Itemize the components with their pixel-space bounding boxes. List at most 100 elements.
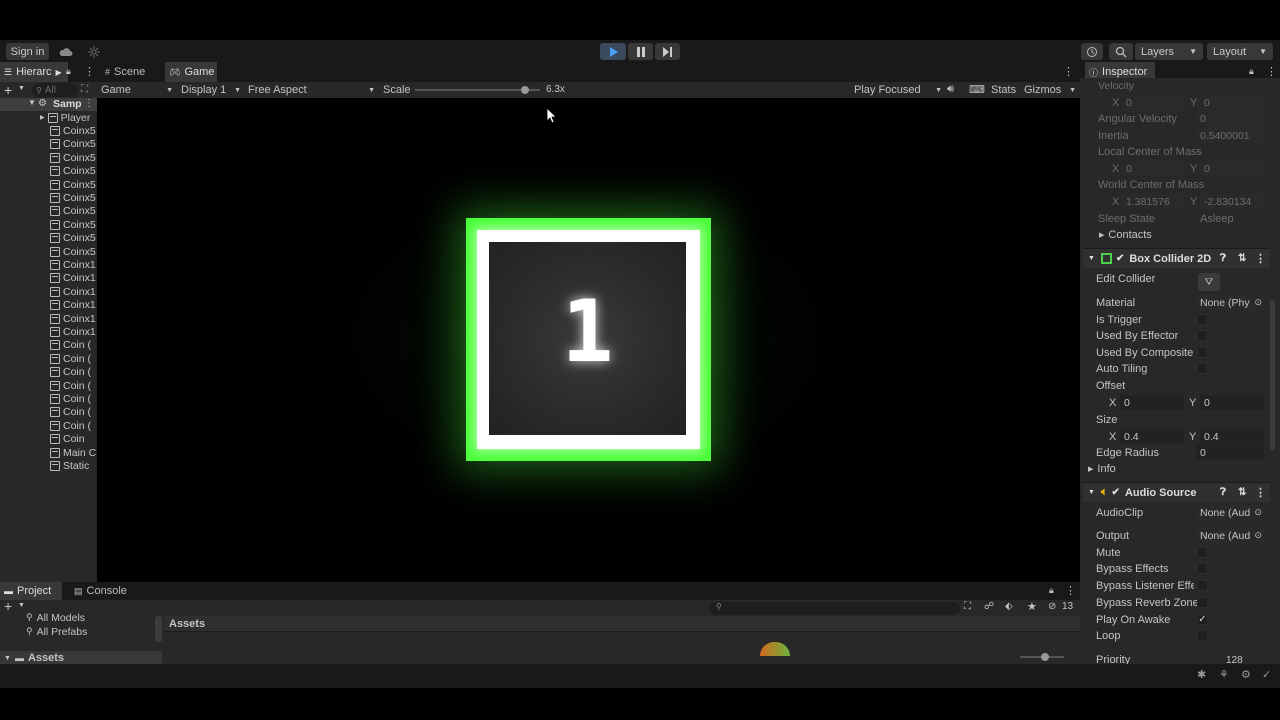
chevron-down-icon[interactable]: ▼ xyxy=(18,602,25,609)
eye-slash-icon[interactable]: ⊘ xyxy=(1048,601,1056,612)
layout-dropdown[interactable]: Layout ▼ xyxy=(1207,43,1273,60)
size-x-input[interactable]: 0.4 xyxy=(1120,429,1184,444)
offset-y-input[interactable]: 0 xyxy=(1200,395,1264,410)
hierarchy-item[interactable]: Coinx5 xyxy=(50,205,97,218)
help-icon[interactable]: ❓︎ xyxy=(1220,253,1226,264)
layers-dropdown[interactable]: Layers ▼ xyxy=(1135,43,1203,60)
hierarchy-item[interactable]: Coin ( xyxy=(50,392,97,405)
box-collider-header[interactable]: ▼ ✔ Box Collider 2D ❓︎ ⇅ ⋮ xyxy=(1083,248,1270,268)
game-viewport[interactable]: 1 xyxy=(97,98,1080,582)
hierarchy-item[interactable]: Coinx5 xyxy=(50,165,97,178)
hierarchy-item[interactable]: Coinx1 xyxy=(50,312,97,325)
bug-icon[interactable]: ✱ xyxy=(1197,668,1206,681)
cloud-icon[interactable] xyxy=(54,43,78,60)
used-by-effector-checkbox[interactable] xyxy=(1197,330,1208,341)
offset-x-input[interactable]: 0 xyxy=(1120,395,1184,410)
scale-slider-thumb[interactable] xyxy=(521,86,529,94)
play-focused-dropdown[interactable]: Play Focused ▼ xyxy=(854,82,942,98)
step-button[interactable] xyxy=(655,43,680,60)
thumbnail-size-thumb[interactable] xyxy=(1041,653,1049,661)
sign-in-button[interactable]: Sign in xyxy=(6,43,49,60)
hierarchy-item[interactable]: Coinx1 xyxy=(50,258,97,271)
chevron-right-icon[interactable]: ▶ xyxy=(40,114,45,121)
bypass-effects-checkbox[interactable] xyxy=(1197,563,1208,574)
hierarchy-item[interactable]: Main C xyxy=(50,446,97,459)
hierarchy-item[interactable]: Coinx5 xyxy=(50,151,97,164)
hierarchy-item[interactable]: Coinx5 xyxy=(50,191,97,204)
project-search-input[interactable]: ⚲ xyxy=(710,602,960,615)
play-on-awake-checkbox[interactable]: ✓ xyxy=(1197,614,1208,625)
output-field[interactable]: None (Aud ⊙ xyxy=(1196,528,1264,543)
check-icon[interactable]: ✔ xyxy=(1116,253,1124,264)
size-y-input[interactable]: 0.4 xyxy=(1200,429,1264,444)
object-picker-icon[interactable]: ⊙ xyxy=(1254,507,1264,518)
folders-scrollbar[interactable] xyxy=(155,616,162,642)
info-foldout[interactable]: ▶ Info xyxy=(1088,461,1116,477)
hierarchy-item[interactable]: Coinx1 xyxy=(50,299,97,312)
object-picker-icon[interactable]: ⊙ xyxy=(1254,297,1264,308)
stats-button[interactable]: Stats xyxy=(991,84,1016,96)
assets-folder-row[interactable]: ▼ ▬ Assets xyxy=(0,651,162,665)
hierarchy-item[interactable]: Coin ( xyxy=(50,379,97,392)
lock-icon[interactable]: 🔒︎ xyxy=(1249,66,1254,77)
hierarchy-item[interactable]: Coin ( xyxy=(50,366,97,379)
edge-radius-input[interactable]: 0 xyxy=(1196,445,1264,460)
hierarchy-search-input[interactable]: ⚲ All xyxy=(32,83,78,97)
mode-dropdown[interactable]: Game ▼ xyxy=(101,82,173,98)
filter-icon[interactable]: ⛶ xyxy=(964,601,971,612)
search-icon[interactable] xyxy=(1109,43,1133,60)
more-menu-icon[interactable]: ⋮ xyxy=(1063,65,1074,78)
inspector-scrollbar[interactable] xyxy=(1270,300,1275,450)
tab-game[interactable]: 🎮︎ Game xyxy=(165,62,217,82)
more-menu-icon[interactable]: ⋮ xyxy=(84,98,94,109)
tag-icon[interactable]: ⬖ xyxy=(1005,601,1013,612)
hierarchy-item[interactable]: Coinx5 xyxy=(50,232,97,245)
more-menu-icon[interactable]: ⋮ xyxy=(84,65,95,78)
loop-checkbox[interactable] xyxy=(1197,630,1208,641)
status-check-icon[interactable]: ✓ xyxy=(1262,668,1271,681)
hierarchy-item[interactable]: Coin ( xyxy=(50,339,97,352)
chevron-down-icon[interactable]: ▼ xyxy=(18,85,25,92)
object-picker-icon[interactable]: ⊙ xyxy=(1254,530,1264,541)
hierarchy-item[interactable]: Coinx1 xyxy=(50,272,97,285)
tab-hierarchy[interactable]: ☰ Hierarc ▶ xyxy=(0,62,68,82)
tab-scene[interactable]: # Scene xyxy=(101,62,161,82)
hierarchy-item[interactable]: Coin ( xyxy=(50,352,97,365)
mute-checkbox[interactable] xyxy=(1197,547,1208,558)
preset-icon[interactable]: ⇅ xyxy=(1238,487,1246,498)
network-icon[interactable]: ⚘ xyxy=(1219,668,1229,681)
star-icon[interactable]: ★ xyxy=(1027,600,1037,613)
collab-icon[interactable] xyxy=(84,43,104,60)
aspect-dropdown[interactable]: Free Aspect ▼ xyxy=(248,82,375,98)
thumbnail-size-slider[interactable] xyxy=(1020,653,1064,661)
more-menu-icon[interactable]: ⋮ xyxy=(1065,584,1076,597)
more-menu-icon[interactable]: ⋮ xyxy=(1266,65,1277,78)
asset-thumbnail[interactable] xyxy=(760,642,790,656)
material-field[interactable]: None (Phy ⊙ xyxy=(1196,295,1264,310)
hierarchy-item[interactable]: Coinx1 xyxy=(50,325,97,338)
hierarchy-item[interactable]: Coinx5 xyxy=(50,138,97,151)
more-menu-icon[interactable]: ⋮ xyxy=(1255,486,1266,499)
auto-tiling-checkbox[interactable] xyxy=(1197,363,1208,374)
speaker-icon[interactable]: 🔊︎ xyxy=(947,83,954,96)
hierarchy-item[interactable]: Coin ( xyxy=(50,419,97,432)
hierarchy-item[interactable]: Coin xyxy=(50,433,97,446)
help-icon[interactable]: ❓︎ xyxy=(1220,487,1226,498)
hierarchy-icon[interactable]: ☍ xyxy=(984,601,994,612)
is-trigger-checkbox[interactable] xyxy=(1197,314,1208,325)
hierarchy-item[interactable]: Coinx5 xyxy=(50,178,97,191)
add-icon[interactable]: + xyxy=(4,598,12,614)
bypass-listener-checkbox[interactable] xyxy=(1197,580,1208,591)
all-models-item[interactable]: ⚲ All Models xyxy=(26,612,85,624)
lock-icon[interactable]: 🔒︎ xyxy=(66,66,71,77)
more-menu-icon[interactable]: ⋮ xyxy=(1255,252,1266,265)
hierarchy-item[interactable]: ▶ Player xyxy=(40,111,97,124)
add-icon[interactable]: + xyxy=(4,82,12,98)
scale-slider[interactable] xyxy=(415,86,540,94)
contacts-foldout[interactable]: ▶ Contacts xyxy=(1099,227,1152,243)
tab-console[interactable]: ▤ Console xyxy=(70,582,134,600)
history-icon[interactable] xyxy=(1081,43,1103,60)
pause-button[interactable] xyxy=(628,43,653,60)
hierarchy-item[interactable]: Coinx1 xyxy=(50,285,97,298)
all-prefabs-item[interactable]: ⚲ All Prefabs xyxy=(26,626,87,638)
